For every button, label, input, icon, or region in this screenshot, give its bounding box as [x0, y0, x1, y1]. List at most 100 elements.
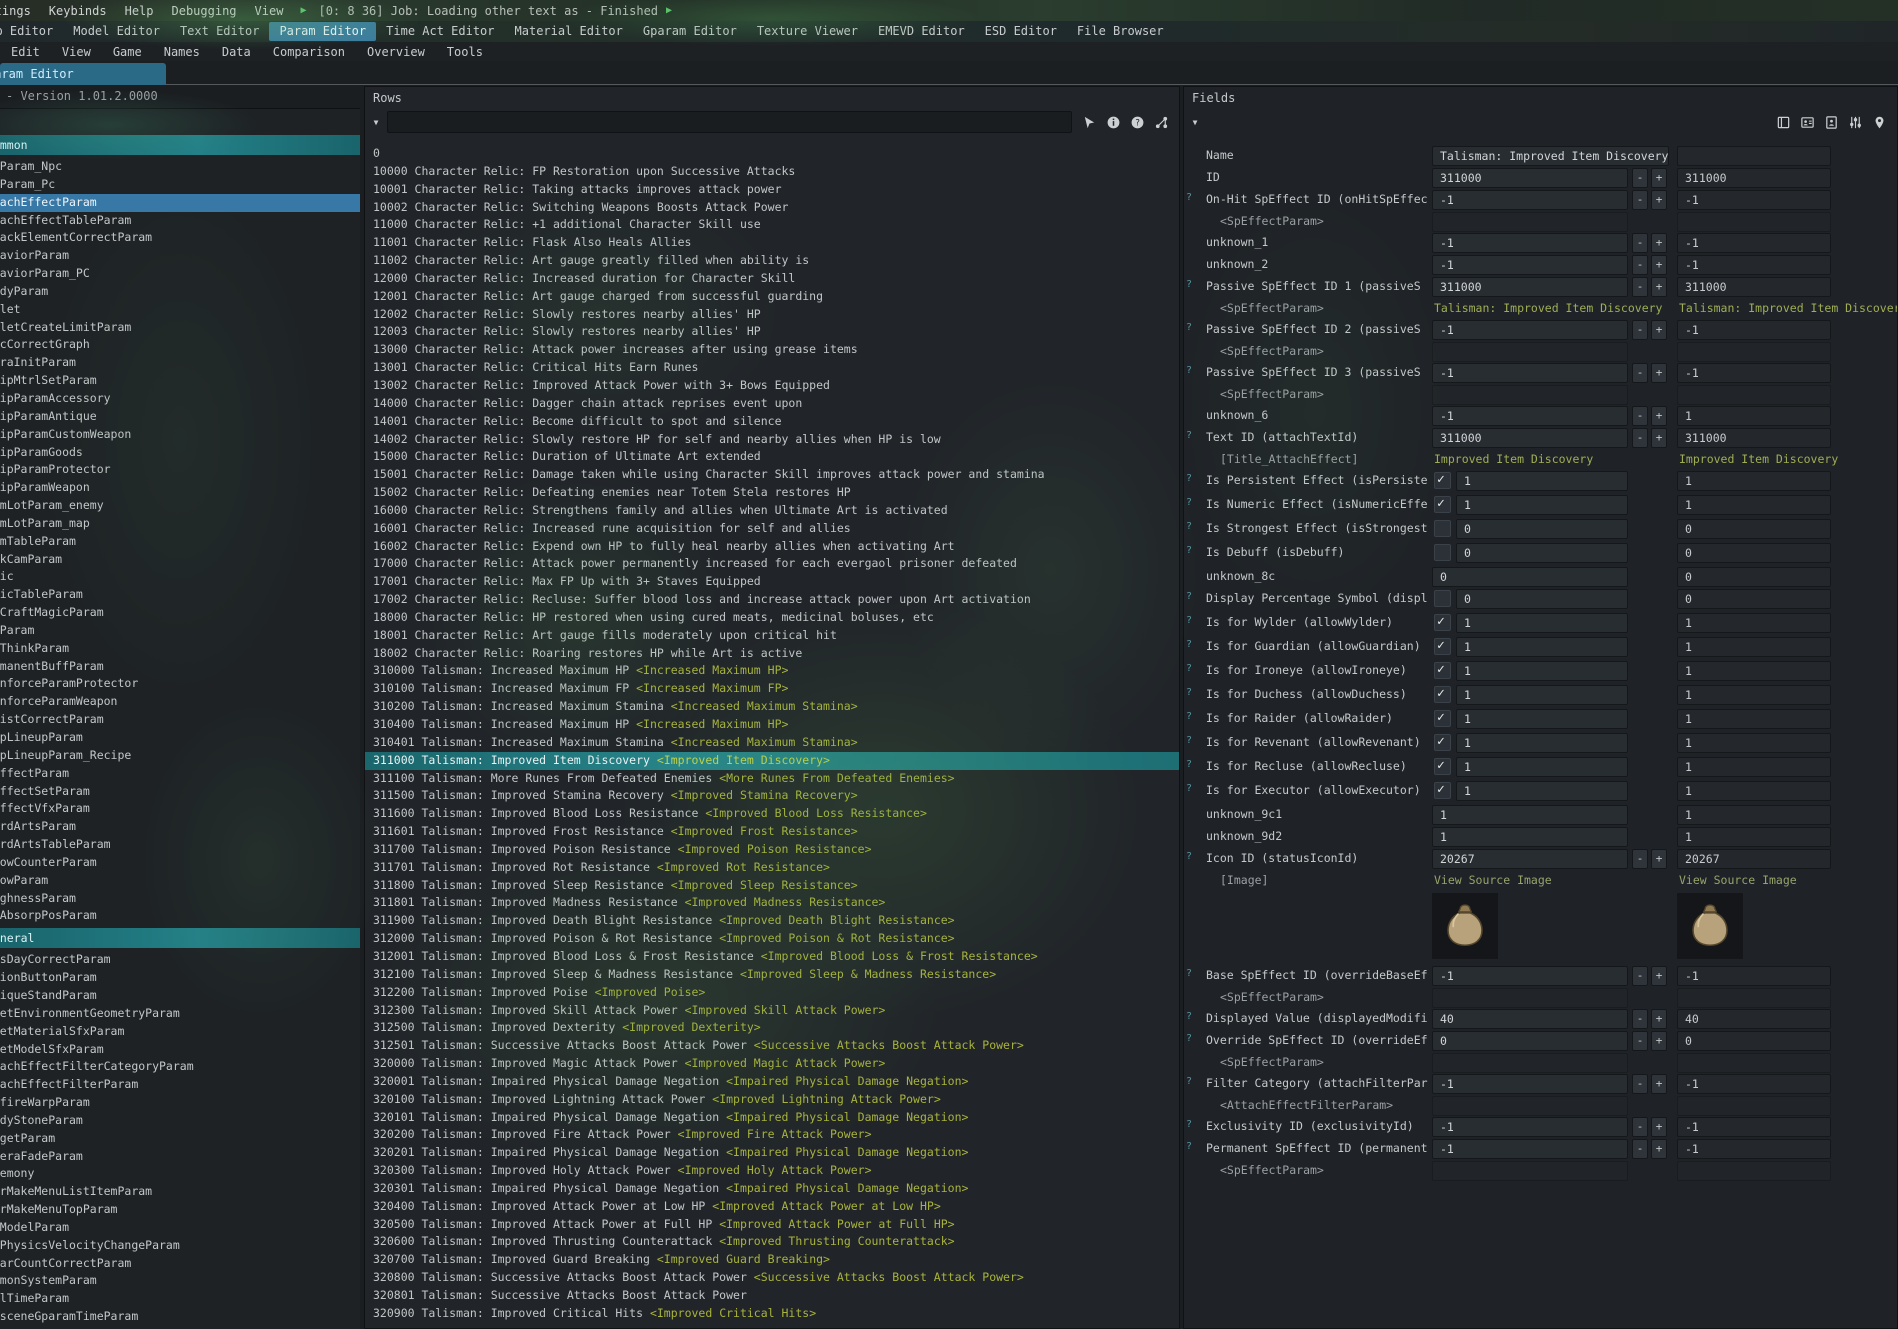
param-item-calccorrectgraph[interactable]: CalcCorrectGraph — [0, 336, 360, 354]
param-item-attacheffecttableparam[interactable]: AttachEffectTableParam — [0, 212, 360, 230]
id-badge-icon[interactable] — [1824, 115, 1839, 130]
info-circle-icon[interactable] — [1106, 115, 1121, 130]
book-icon[interactable] — [1776, 115, 1791, 130]
field-value-input[interactable]: 20267 — [1432, 849, 1628, 869]
checkbox[interactable] — [1434, 638, 1451, 655]
field-value-input[interactable]: -1 — [1432, 320, 1628, 340]
increment-button[interactable]: + — [1651, 406, 1667, 426]
field-help-icon[interactable]: ? — [1186, 591, 1192, 602]
field-value-input[interactable] — [1432, 1161, 1628, 1181]
param-row-320200[interactable]: 320200 Talisman: Improved Fire Attack Po… — [365, 1126, 1179, 1144]
field-value-input[interactable]: -1 — [1432, 233, 1628, 253]
param-item-throwparam[interactable]: ThrowParam — [0, 872, 360, 890]
param-item-equipparamaccessory[interactable]: EquipParamAccessory — [0, 390, 360, 408]
param-row-11000[interactable]: 11000 Character Relic: +1 additional Cha… — [365, 216, 1179, 234]
param-item-swordartstableparam[interactable]: SwordArtsTableParam — [0, 836, 360, 854]
param-item-charmakemenulistitemparam[interactable]: CharMakeMenuListItemParam — [0, 1183, 360, 1201]
decrement-button[interactable]: - — [1632, 1074, 1648, 1094]
param-item-atkparam-npc[interactable]: AtkParam_Npc — [0, 158, 360, 176]
increment-button[interactable]: + — [1651, 190, 1667, 210]
param-row-13002[interactable]: 13002 Character Relic: Improved Attack P… — [365, 377, 1179, 395]
param-row-312200[interactable]: 312200 Talisman: Improved Poise <Improve… — [365, 984, 1179, 1002]
field-help-icon[interactable]: ? — [1186, 759, 1192, 770]
increment-button[interactable]: + — [1651, 966, 1667, 986]
field-value-input[interactable]: -1 — [1432, 363, 1628, 383]
field-value-input[interactable]: 0 — [1432, 567, 1628, 587]
checkbox[interactable] — [1434, 614, 1451, 631]
param-item-bossdaycorrectparam[interactable]: BossDayCorrectParam — [0, 951, 360, 969]
param-row-310400[interactable]: 310400 Talisman: Increased Maximum HP <I… — [365, 716, 1179, 734]
row-search-input[interactable] — [387, 111, 1072, 133]
param-row-18000[interactable]: 18000 Character Relic: HP restored when … — [365, 609, 1179, 627]
editor-tab-material-editor[interactable]: Material Editor — [505, 22, 633, 41]
field-help-icon[interactable]: ? — [1186, 473, 1192, 484]
field-help-icon[interactable]: ? — [1186, 1076, 1192, 1087]
field-help-icon[interactable]: ? — [1186, 663, 1192, 674]
editor-tab-model-editor[interactable]: Model Editor — [63, 22, 170, 41]
param-row-320001[interactable]: 320001 Talisman: Impaired Physical Damag… — [365, 1073, 1179, 1091]
decrement-button[interactable]: - — [1632, 1117, 1648, 1137]
field-value-input[interactable]: 1 — [1456, 613, 1628, 633]
checkbox[interactable] — [1434, 520, 1451, 537]
field-value-input[interactable]: -1 — [1432, 190, 1628, 210]
field-value-input[interactable]: 1 — [1456, 661, 1628, 681]
param-row-12002[interactable]: 12002 Character Relic: Slowly restores n… — [365, 306, 1179, 324]
param-item-npccraftmagicparam[interactable]: NpcCraftMagicParam — [0, 604, 360, 622]
param-row-312501[interactable]: 312501 Talisman: Successive Attacks Boos… — [365, 1037, 1179, 1055]
param-row-0[interactable]: 0 — [365, 145, 1179, 163]
decrement-button[interactable]: - — [1632, 233, 1648, 253]
field-value-input[interactable]: 0 — [1456, 519, 1628, 539]
param-row-311601[interactable]: 311601 Talisman: Improved Frost Resistan… — [365, 823, 1179, 841]
param-item-assetmaterialsfxparam[interactable]: AssetMaterialSfxParam — [0, 1023, 360, 1041]
param-row-16001[interactable]: 16001 Character Relic: Increased rune ac… — [365, 520, 1179, 538]
field-help-icon[interactable]: ? — [1186, 687, 1192, 698]
param-row-10002[interactable]: 10002 Character Relic: Switching Weapons… — [365, 199, 1179, 217]
decrement-button[interactable]: - — [1632, 849, 1648, 869]
decrement-button[interactable]: - — [1632, 277, 1648, 297]
param-row-12000[interactable]: 12000 Character Relic: Increased duratio… — [365, 270, 1179, 288]
param-item-camerafadeparam[interactable]: CameraFadeParam — [0, 1148, 360, 1166]
param-row-320000[interactable]: 320000 Talisman: Improved Magic Attack P… — [365, 1055, 1179, 1073]
view-source-image-link[interactable]: View Source Image — [1679, 873, 1797, 887]
field-value-input[interactable]: 1 — [1456, 495, 1628, 515]
param-item-lockcamparam[interactable]: LockCamParam — [0, 551, 360, 569]
field-value-input[interactable]: 311000 — [1432, 428, 1628, 448]
increment-button[interactable]: + — [1651, 277, 1667, 297]
param-item-magic[interactable]: Magic — [0, 568, 360, 586]
increment-button[interactable]: + — [1651, 363, 1667, 383]
field-help-icon[interactable]: ? — [1186, 322, 1192, 333]
field-help-icon[interactable]: ? — [1186, 639, 1192, 650]
param-item-bulletcreatelimitparam[interactable]: BulletCreateLimitParam — [0, 319, 360, 337]
field-value-input[interactable]: 1 — [1456, 781, 1628, 801]
param-row-12001[interactable]: 12001 Character Relic: Art gauge charged… — [365, 288, 1179, 306]
param-item-attackelementcorrectparam[interactable]: AttackElementCorrectParam — [0, 229, 360, 247]
field-value-input[interactable]: 1 — [1456, 709, 1628, 729]
menu-help[interactable]: Help — [116, 4, 163, 18]
param-item-buddyparam[interactable]: BuddyParam — [0, 283, 360, 301]
param-item-actionbuttonparam[interactable]: ActionButtonParam — [0, 969, 360, 987]
param-item-swordartsparam[interactable]: SwordArtsParam — [0, 818, 360, 836]
menu-view[interactable]: View — [246, 4, 293, 18]
decrement-button[interactable]: - — [1632, 406, 1648, 426]
param-item-itemtableparam[interactable]: ItemTableParam — [0, 533, 360, 551]
help-circle-icon[interactable]: ? — [1130, 115, 1145, 130]
param-category-general[interactable]: General — [0, 928, 360, 948]
editor-tab-esd-editor[interactable]: ESD Editor — [975, 22, 1067, 41]
field-help-icon[interactable]: ? — [1186, 615, 1192, 626]
cursor-icon[interactable] — [1082, 115, 1097, 130]
param-row-11001[interactable]: 11001 Character Relic: Flask Also Heals … — [365, 234, 1179, 252]
field-value-input[interactable]: 1 — [1456, 471, 1628, 491]
field-value-input[interactable] — [1432, 342, 1628, 362]
param-row-310401[interactable]: 310401 Talisman: Increased Maximum Stami… — [365, 734, 1179, 752]
param-item-itemlotparam-enemy[interactable]: ItemLotParam_enemy — [0, 497, 360, 515]
checkbox[interactable] — [1434, 590, 1451, 607]
param-item-assetenvironmentgeometryparam[interactable]: AssetEnvironmentGeometryParam — [0, 1005, 360, 1023]
param-row-15002[interactable]: 15002 Character Relic: Defeating enemies… — [365, 484, 1179, 502]
param-item-budgetparam[interactable]: BudgetParam — [0, 1130, 360, 1148]
param-item-assetmodelsfxparam[interactable]: AssetModelSfxParam — [0, 1041, 360, 1059]
param-item-speffectsetparam[interactable]: SpEffectSetParam — [0, 783, 360, 801]
field-help-icon[interactable]: ? — [1186, 430, 1192, 441]
field-value-input[interactable]: 0 — [1456, 543, 1628, 563]
param-item-bullet[interactable]: Bullet — [0, 301, 360, 319]
param-menu-game[interactable]: Game — [102, 45, 153, 59]
